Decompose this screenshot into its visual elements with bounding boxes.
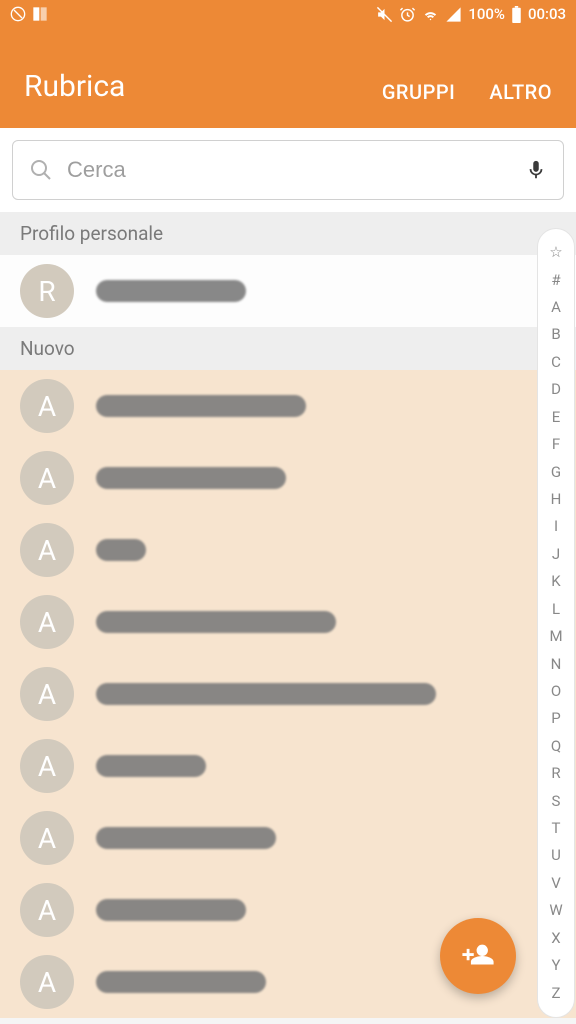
status-left bbox=[10, 6, 48, 22]
contact-name-redacted bbox=[96, 467, 286, 489]
avatar: A bbox=[20, 811, 74, 865]
contact-row[interactable]: A bbox=[0, 586, 576, 658]
alpha-index-item[interactable]: M bbox=[538, 624, 574, 650]
add-contact-fab[interactable] bbox=[440, 918, 516, 994]
contact-row[interactable]: A bbox=[0, 658, 576, 730]
signal-icon bbox=[445, 6, 462, 23]
contact-name-redacted bbox=[96, 611, 336, 633]
alpha-index-item[interactable]: U bbox=[538, 843, 574, 869]
alpha-index-item[interactable]: C bbox=[538, 349, 574, 375]
contact-row[interactable]: A bbox=[0, 514, 576, 586]
alpha-index-item[interactable]: R bbox=[538, 761, 574, 787]
alpha-index-item[interactable]: F bbox=[538, 432, 574, 458]
status-bar: 100% 00:03 bbox=[0, 0, 576, 28]
alarm-icon bbox=[399, 6, 416, 23]
avatar: A bbox=[20, 523, 74, 577]
alpha-index-item[interactable]: K bbox=[538, 569, 574, 595]
search-area bbox=[0, 128, 576, 212]
alpha-index-item[interactable]: G bbox=[538, 459, 574, 485]
alpha-index-item[interactable]: B bbox=[538, 322, 574, 348]
alpha-index-item[interactable]: P bbox=[538, 706, 574, 732]
alpha-index-item[interactable]: W bbox=[538, 898, 574, 924]
alpha-index-item[interactable]: X bbox=[538, 925, 574, 951]
nuovo-section-header: Nuovo bbox=[0, 327, 576, 370]
avatar: A bbox=[20, 595, 74, 649]
alpha-index-item[interactable]: Y bbox=[538, 953, 574, 979]
alpha-index-item[interactable]: S bbox=[538, 788, 574, 814]
avatar: A bbox=[20, 883, 74, 937]
mic-icon[interactable] bbox=[525, 156, 547, 184]
add-person-icon bbox=[461, 939, 495, 973]
avatar: A bbox=[20, 739, 74, 793]
contact-row[interactable]: A bbox=[0, 730, 576, 802]
profile-name-redacted bbox=[96, 280, 246, 302]
battery-pct: 100% bbox=[468, 5, 505, 23]
alpha-index-item[interactable]: J bbox=[538, 541, 574, 567]
contact-row[interactable]: A bbox=[0, 802, 576, 874]
contact-name-redacted bbox=[96, 539, 146, 561]
alpha-index-item[interactable]: I bbox=[538, 514, 574, 540]
search-input[interactable] bbox=[67, 157, 511, 183]
avatar: A bbox=[20, 955, 74, 1009]
alpha-index-item[interactable]: H bbox=[538, 487, 574, 513]
no-disturb-icon bbox=[10, 6, 26, 22]
alpha-index-item[interactable]: D bbox=[538, 377, 574, 403]
wifi-icon bbox=[422, 6, 439, 23]
avatar: A bbox=[20, 379, 74, 433]
avatar: A bbox=[20, 667, 74, 721]
profile-section-header: Profilo personale bbox=[0, 212, 576, 255]
contact-name-redacted bbox=[96, 971, 266, 993]
app-actions: GRUPPI ALTRO bbox=[382, 80, 552, 104]
contact-name-redacted bbox=[96, 899, 246, 921]
alpha-index-item[interactable]: Z bbox=[538, 980, 574, 1006]
groups-button[interactable]: GRUPPI bbox=[382, 80, 456, 104]
alpha-index-item[interactable]: V bbox=[538, 870, 574, 896]
alpha-index-item[interactable]: E bbox=[538, 404, 574, 430]
alpha-index-item[interactable]: A bbox=[538, 295, 574, 321]
clock: 00:03 bbox=[528, 5, 566, 23]
status-right: 100% 00:03 bbox=[376, 5, 566, 23]
more-button[interactable]: ALTRO bbox=[489, 80, 552, 104]
alpha-index-item[interactable]: Q bbox=[538, 733, 574, 759]
page-title: Rubrica bbox=[24, 69, 125, 104]
profile-row[interactable]: R bbox=[0, 255, 576, 327]
alpha-index-item[interactable]: ☆ bbox=[538, 240, 574, 266]
battery-icon bbox=[511, 6, 522, 23]
app-icon bbox=[32, 6, 48, 22]
search-icon bbox=[29, 158, 53, 182]
alpha-index-item[interactable]: N bbox=[538, 651, 574, 677]
contact-name-redacted bbox=[96, 395, 306, 417]
alpha-index[interactable]: ☆#ABCDEFGHIJKLMNOPQRSTUVWXYZ bbox=[537, 228, 575, 1018]
mute-icon bbox=[376, 6, 393, 23]
app-bar: Rubrica GRUPPI ALTRO bbox=[0, 28, 576, 128]
alpha-index-item[interactable]: T bbox=[538, 816, 574, 842]
avatar: R bbox=[20, 264, 74, 318]
contact-name-redacted bbox=[96, 683, 436, 705]
alpha-index-item[interactable]: O bbox=[538, 678, 574, 704]
contact-name-redacted bbox=[96, 755, 206, 777]
search-box[interactable] bbox=[12, 140, 564, 200]
avatar: A bbox=[20, 451, 74, 505]
contact-name-redacted bbox=[96, 827, 276, 849]
alpha-index-item[interactable]: # bbox=[538, 267, 574, 293]
alpha-index-item[interactable]: L bbox=[538, 596, 574, 622]
profile-section: R bbox=[0, 255, 576, 327]
contact-row[interactable]: A bbox=[0, 442, 576, 514]
contact-row[interactable]: A bbox=[0, 370, 576, 442]
